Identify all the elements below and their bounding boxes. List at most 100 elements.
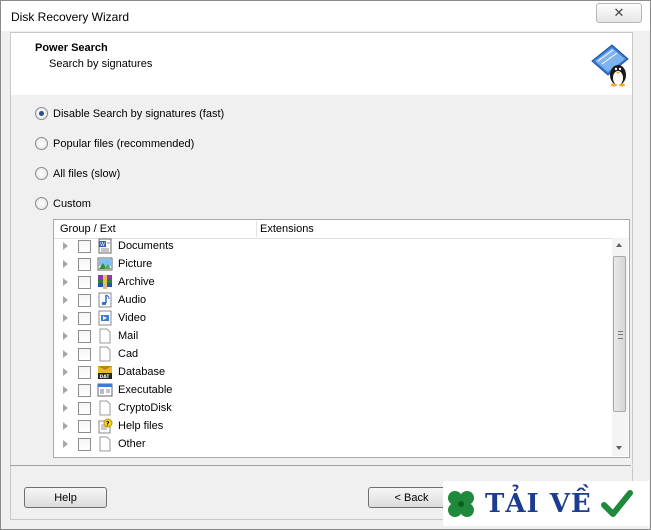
column-separator[interactable]	[256, 221, 257, 237]
watermark-logo: TẢI VỀ	[443, 481, 649, 526]
back-button[interactable]: < Back	[368, 487, 455, 508]
radio-button[interactable]	[35, 197, 48, 210]
list-item[interactable]: Other	[54, 436, 612, 454]
list-item[interactable]: Archive	[54, 274, 612, 292]
watermark-text: TẢI VỀ	[485, 488, 592, 519]
disk-recovery-wizard-window: Disk Recovery Wizard ✕ Power Search Sear…	[0, 0, 651, 530]
list-item-label: Audio	[118, 294, 147, 306]
list-item-label: Database	[118, 366, 166, 378]
title-bar: Disk Recovery Wizard ✕	[1, 1, 650, 31]
audio-icon	[98, 292, 112, 308]
list-item[interactable]: Executable	[54, 382, 612, 400]
penguin-folder-icon	[591, 44, 629, 87]
executable-icon	[97, 383, 113, 397]
radio-button[interactable]	[35, 137, 48, 150]
row-checkbox[interactable]	[78, 312, 91, 325]
wizard-header: Power Search Search by signatures	[10, 32, 633, 96]
list-header: Group / Ext Extensions	[54, 220, 629, 239]
blank-file-icon	[99, 436, 111, 452]
radio-label: Custom	[53, 197, 91, 210]
expand-arrow-icon[interactable]	[63, 350, 68, 358]
list-item[interactable]: Mail	[54, 328, 612, 346]
column-header-group[interactable]: Group / Ext	[60, 223, 116, 235]
expand-arrow-icon[interactable]	[63, 314, 68, 322]
clover-icon	[448, 490, 474, 517]
radio-custom[interactable]: Custom	[35, 197, 91, 210]
list-item[interactable]: DAT Database	[54, 364, 612, 382]
expand-arrow-icon[interactable]	[63, 242, 68, 250]
row-checkbox[interactable]	[78, 420, 91, 433]
checkmark-icon	[600, 489, 633, 517]
list-item[interactable]: ? Help files	[54, 418, 612, 436]
expand-arrow-icon[interactable]	[63, 260, 68, 268]
radio-label: All files (slow)	[53, 167, 121, 180]
svg-text:?: ?	[106, 421, 110, 428]
list-item-label: Cad	[118, 348, 139, 360]
radio-label: Disable Search by signatures (fast)	[53, 107, 225, 120]
row-checkbox[interactable]	[78, 276, 91, 289]
list-item[interactable]: Picture	[54, 256, 612, 274]
list-item-label: Help files	[118, 420, 164, 432]
row-checkbox[interactable]	[78, 258, 91, 271]
expand-arrow-icon[interactable]	[63, 440, 68, 448]
list-item-label: Video	[118, 312, 146, 324]
svg-text:W: W	[100, 242, 105, 248]
scroll-up-arrow-icon[interactable]	[616, 243, 622, 247]
row-checkbox[interactable]	[78, 330, 91, 343]
window-title: Disk Recovery Wizard	[11, 10, 130, 24]
expand-arrow-icon[interactable]	[63, 404, 68, 412]
database-icon: DAT	[98, 366, 112, 380]
picture-icon	[97, 257, 113, 271]
page-title: Power Search	[35, 42, 108, 54]
radio-disable-search[interactable]: Disable Search by signatures (fast)	[35, 107, 224, 120]
svg-text:DAT: DAT	[100, 374, 111, 380]
radio-label: Popular files (recommended)	[53, 137, 195, 150]
radio-button[interactable]	[35, 167, 48, 180]
vertical-scrollbar[interactable]	[612, 238, 628, 456]
page-subtitle: Search by signatures	[49, 58, 153, 70]
wizard-content: Disable Search by signatures (fast) Popu…	[10, 95, 633, 465]
list-item[interactable]: Audio	[54, 292, 612, 310]
list-item-label: Archive	[118, 276, 155, 288]
blank-file-icon	[99, 400, 111, 416]
expand-arrow-icon[interactable]	[63, 386, 68, 394]
list-item[interactable]: CryptoDisk	[54, 400, 612, 418]
row-checkbox[interactable]	[78, 366, 91, 379]
row-checkbox[interactable]	[78, 402, 91, 415]
radio-button-selected[interactable]	[35, 107, 48, 120]
list-item-label: Executable	[118, 384, 173, 396]
list-item-label: Picture	[118, 258, 153, 270]
row-checkbox[interactable]	[78, 438, 91, 451]
help-button[interactable]: Help	[24, 487, 107, 508]
archive-icon	[98, 275, 112, 289]
row-checkbox[interactable]	[78, 348, 91, 361]
radio-all-files[interactable]: All files (slow)	[35, 167, 120, 180]
file-type-list: Group / Ext Extensions W Documents Pictu…	[53, 219, 630, 458]
column-header-extensions[interactable]: Extensions	[260, 223, 314, 235]
video-icon	[98, 310, 112, 326]
list-item-label: Mail	[118, 330, 139, 342]
word-document-icon: W	[98, 238, 112, 254]
help-file-icon: ?	[98, 418, 113, 434]
expand-arrow-icon[interactable]	[63, 278, 68, 286]
list-item-label: Documents	[118, 240, 174, 252]
row-checkbox[interactable]	[78, 384, 91, 397]
row-checkbox[interactable]	[78, 294, 91, 307]
close-button[interactable]: ✕	[596, 3, 642, 23]
list-item[interactable]: Video	[54, 310, 612, 328]
list-item-label: Other	[118, 438, 146, 450]
radio-popular-files[interactable]: Popular files (recommended)	[35, 137, 194, 150]
expand-arrow-icon[interactable]	[63, 422, 68, 430]
expand-arrow-icon[interactable]	[63, 332, 68, 340]
scroll-down-arrow-icon[interactable]	[616, 446, 622, 450]
list-item[interactable]: W Documents	[54, 238, 612, 256]
list-item[interactable]: Cad	[54, 346, 612, 364]
grip-icon	[618, 331, 623, 339]
blank-file-icon	[99, 328, 111, 344]
row-checkbox[interactable]	[78, 240, 91, 253]
expand-arrow-icon[interactable]	[63, 368, 68, 376]
blank-file-icon	[99, 346, 111, 362]
list-item-label: CryptoDisk	[118, 402, 172, 414]
expand-arrow-icon[interactable]	[63, 296, 68, 304]
scrollbar-thumb[interactable]	[613, 256, 626, 412]
